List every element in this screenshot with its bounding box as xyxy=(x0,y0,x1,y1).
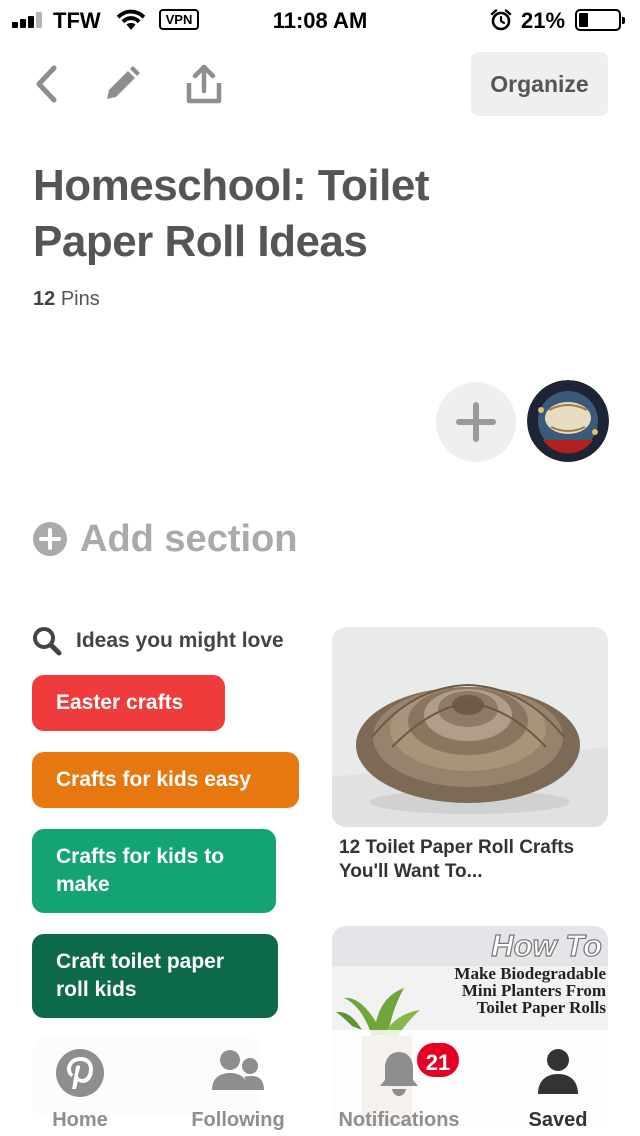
plus-icon xyxy=(456,402,496,442)
edit-button[interactable] xyxy=(100,62,144,106)
ideas-label: Ideas you might love xyxy=(76,629,284,652)
avatar-image xyxy=(527,380,609,462)
pencil-icon xyxy=(107,66,140,99)
pin-count-label: Pins xyxy=(60,288,100,310)
pin-caption[interactable]: 12 Toilet Paper Roll Crafts You'll Want … xyxy=(339,836,601,884)
nav-following[interactable]: Following xyxy=(178,1030,298,1136)
board-title: Homeschool: Toilet Paper Roll Ideas xyxy=(33,161,429,266)
chevron-left-icon xyxy=(36,65,57,103)
nav-home-label: Home xyxy=(52,1109,108,1131)
pin-count: 12 Pins xyxy=(33,288,100,311)
pin-count-number: 12 xyxy=(33,288,56,310)
nav-saved-label: Saved xyxy=(528,1109,588,1131)
add-collaborator-button[interactable] xyxy=(436,382,516,462)
status-bar: TFW VPN 11:08 AM 21% xyxy=(0,0,640,40)
avatar[interactable] xyxy=(527,380,609,462)
back-button[interactable] xyxy=(24,62,68,106)
add-section-button[interactable]: Add section xyxy=(32,516,297,562)
notifications-badge: 21 xyxy=(414,1040,462,1080)
ideas-header: Ideas you might love xyxy=(32,626,284,656)
pin-image-heading: How To xyxy=(491,928,602,963)
nav-following-label: Following xyxy=(191,1109,285,1131)
idea-chip-crafts-for-kids-to-make[interactable]: Crafts for kids to make xyxy=(32,829,276,913)
person-icon xyxy=(538,1049,578,1094)
nav-home[interactable]: Home xyxy=(20,1030,140,1136)
add-section-label: Add section xyxy=(80,517,298,560)
nav-notifications-label: Notifications xyxy=(338,1109,460,1131)
idea-chip-craft-toilet-paper-roll-kids[interactable]: Craft toilet paper roll kids xyxy=(32,934,278,1018)
battery-icon xyxy=(575,9,625,31)
pin-image-line-3: Toilet Paper Rolls xyxy=(477,998,607,1017)
share-button[interactable] xyxy=(182,62,226,106)
organize-button[interactable]: Organize xyxy=(471,52,608,116)
search-icon xyxy=(33,627,62,656)
battery-percent: 21% xyxy=(521,8,566,33)
add-circle-icon xyxy=(33,522,67,556)
bottom-nav: Home Following Notifications Saved xyxy=(0,1030,640,1136)
pin-card-rose[interactable] xyxy=(332,627,608,827)
idea-chip-crafts-for-kids-easy[interactable]: Crafts for kids easy xyxy=(32,752,299,808)
share-icon xyxy=(186,64,222,104)
alarm-icon xyxy=(490,9,512,31)
idea-chip-easter-crafts[interactable]: Easter crafts xyxy=(32,675,225,731)
nav-saved[interactable]: Saved xyxy=(500,1030,616,1136)
people-icon xyxy=(212,1050,264,1090)
pin-image-rose xyxy=(332,627,608,827)
pinterest-logo-icon xyxy=(56,1049,104,1097)
